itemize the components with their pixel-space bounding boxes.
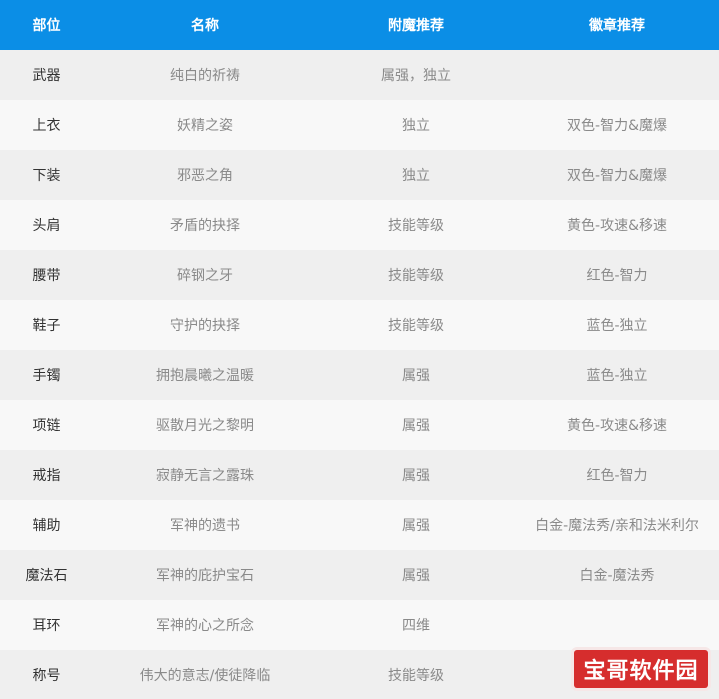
cell-enchant: 技能等级 xyxy=(388,668,444,684)
cell-name: 妖精之姿 xyxy=(177,118,233,134)
cell-name: 拥抱晨曦之温暖 xyxy=(156,368,254,384)
header-enchant: 附魔推荐 xyxy=(388,18,444,34)
table-row: 鞋子 守护的抉择 技能等级 蓝色-独立 xyxy=(0,300,719,350)
cell-emblem: 白金-魔法秀 xyxy=(579,568,655,584)
cell-slot: 腰带 xyxy=(32,268,61,284)
cell-slot: 戒指 xyxy=(32,468,61,484)
cell-emblem: 白金-魔法秀/亲和法米利尔 xyxy=(535,518,699,534)
cell-slot: 魔法石 xyxy=(25,568,68,584)
cell-slot: 项链 xyxy=(32,418,61,434)
cell-slot: 手镯 xyxy=(32,368,61,384)
cell-enchant: 四维 xyxy=(402,618,430,634)
cell-emblem: 红色-智力 xyxy=(586,468,648,484)
cell-name: 矛盾的抉择 xyxy=(170,218,240,234)
table-row: 魔法石 军神的庇护宝石 属强 白金-魔法秀 xyxy=(0,550,719,600)
cell-enchant: 独立 xyxy=(402,168,430,184)
cell-name: 寂静无言之露珠 xyxy=(156,468,254,484)
table-row: 项链 驱散月光之黎明 属强 黄色-攻速&移速 xyxy=(0,400,719,450)
header-name: 名称 xyxy=(191,18,219,34)
cell-enchant: 属强 xyxy=(402,418,430,434)
cell-enchant: 属强 xyxy=(402,568,430,584)
cell-enchant: 属强 xyxy=(402,468,430,484)
table-body: 武器 纯白的祈祷 属强，独立 上衣 妖精之姿 独立 双色-智力&魔爆 下装 邪恶之角 独立 双色-智… xyxy=(0,50,719,699)
cell-name: 伟大的意志/使徒降临 xyxy=(139,668,271,684)
cell-slot: 头肩 xyxy=(32,218,61,234)
table-row: 头肩 矛盾的抉择 技能等级 黄色-攻速&移速 xyxy=(0,200,719,250)
cell-name: 军神的庇护宝石 xyxy=(156,568,254,584)
cell-enchant: 技能等级 xyxy=(388,318,444,334)
cell-name: 军神的遗书 xyxy=(170,518,240,534)
cell-emblem: 黄色-攻速&移速 xyxy=(567,218,667,234)
cell-emblem: 双色-智力&魔爆 xyxy=(567,168,667,184)
cell-name: 纯白的祈祷 xyxy=(170,68,240,84)
cell-name: 邪恶之角 xyxy=(177,168,233,184)
cell-slot: 下装 xyxy=(32,168,61,184)
cell-name: 军神的心之所念 xyxy=(156,618,254,634)
cell-slot: 武器 xyxy=(32,68,61,84)
cell-slot: 上衣 xyxy=(32,118,61,134)
cell-slot: 称号 xyxy=(32,668,61,684)
cell-enchant: 技能等级 xyxy=(388,268,444,284)
equipment-table: 部位 名称 附魔推荐 徽章推荐 武器 纯白的祈祷 属强，独立 上衣 妖精之姿 独立 双色-智… xyxy=(0,0,719,699)
cell-enchant: 属强，独立 xyxy=(381,68,451,84)
cell-name: 守护的抉择 xyxy=(170,318,240,334)
cell-emblem: 红色-智力 xyxy=(586,268,648,284)
table-row: 上衣 妖精之姿 独立 双色-智力&魔爆 xyxy=(0,100,719,150)
cell-slot: 辅助 xyxy=(32,518,61,534)
table-row: 辅助 军神的遗书 属强 白金-魔法秀/亲和法米利尔 xyxy=(0,500,719,550)
cell-enchant: 属强 xyxy=(402,368,430,384)
table-row: 耳环 军神的心之所念 四维 xyxy=(0,600,719,650)
table-row: 武器 纯白的祈祷 属强，独立 xyxy=(0,50,719,100)
cell-slot: 鞋子 xyxy=(32,318,61,334)
cell-name: 驱散月光之黎明 xyxy=(156,418,254,434)
table-row: 戒指 寂静无言之露珠 属强 红色-智力 xyxy=(0,450,719,500)
table-row: 下装 邪恶之角 独立 双色-智力&魔爆 xyxy=(0,150,719,200)
header-slot: 部位 xyxy=(32,18,61,34)
table-header: 部位 名称 附魔推荐 徽章推荐 xyxy=(0,0,719,50)
table-row: 腰带 碎钢之牙 技能等级 红色-智力 xyxy=(0,250,719,300)
cell-enchant: 技能等级 xyxy=(388,218,444,234)
cell-name: 碎钢之牙 xyxy=(177,268,233,284)
cell-enchant: 独立 xyxy=(402,118,430,134)
cell-emblem: 蓝色-独立 xyxy=(586,318,648,334)
header-emblem: 徽章推荐 xyxy=(589,18,645,34)
cell-slot: 耳环 xyxy=(32,618,61,634)
watermark-logo: 宝哥软件园 xyxy=(574,650,708,688)
cell-enchant: 属强 xyxy=(402,518,430,534)
cell-emblem: 蓝色-独立 xyxy=(586,368,648,384)
cell-emblem: 黄色-攻速&移速 xyxy=(567,418,667,434)
table-row: 手镯 拥抱晨曦之温暖 属强 蓝色-独立 xyxy=(0,350,719,400)
cell-emblem: 双色-智力&魔爆 xyxy=(567,118,667,134)
